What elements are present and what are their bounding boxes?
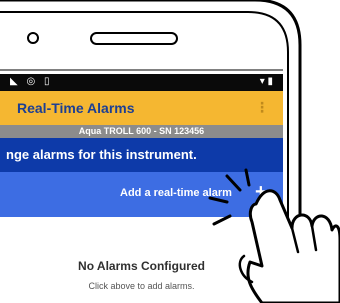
phone-screen: ◣ ◎ ▯ ▾ ▮ Real-Time Alarms ⋮ Aqua TROLL … bbox=[0, 74, 283, 303]
status-icons-right: ▾ ▮ bbox=[259, 76, 273, 87]
empty-state-title: No Alarms Configured bbox=[78, 259, 205, 273]
info-banner: nge alarms for this instrument. bbox=[0, 138, 283, 172]
plus-icon: + bbox=[255, 181, 267, 203]
overflow-menu-icon[interactable]: ⋮ bbox=[255, 99, 269, 116]
status-icons-left: ◣ ◎ ▯ bbox=[10, 76, 53, 87]
empty-state-subtitle: Click above to add alarms. bbox=[88, 281, 195, 291]
banner-message: nge alarms for this instrument. bbox=[6, 147, 197, 162]
add-alarm-button[interactable]: Add a real-time alarm + bbox=[0, 172, 283, 217]
add-alarm-label: Add a real-time alarm bbox=[120, 187, 232, 199]
page-title: Real-Time Alarms bbox=[17, 100, 135, 116]
status-bar: ◣ ◎ ▯ ▾ ▮ bbox=[0, 74, 283, 91]
speaker-slot bbox=[90, 32, 178, 45]
app-bar: Real-Time Alarms ⋮ bbox=[0, 91, 283, 125]
instrument-label: Aqua TROLL 600 - SN 123456 bbox=[0, 125, 283, 138]
camera-icon bbox=[27, 32, 39, 44]
